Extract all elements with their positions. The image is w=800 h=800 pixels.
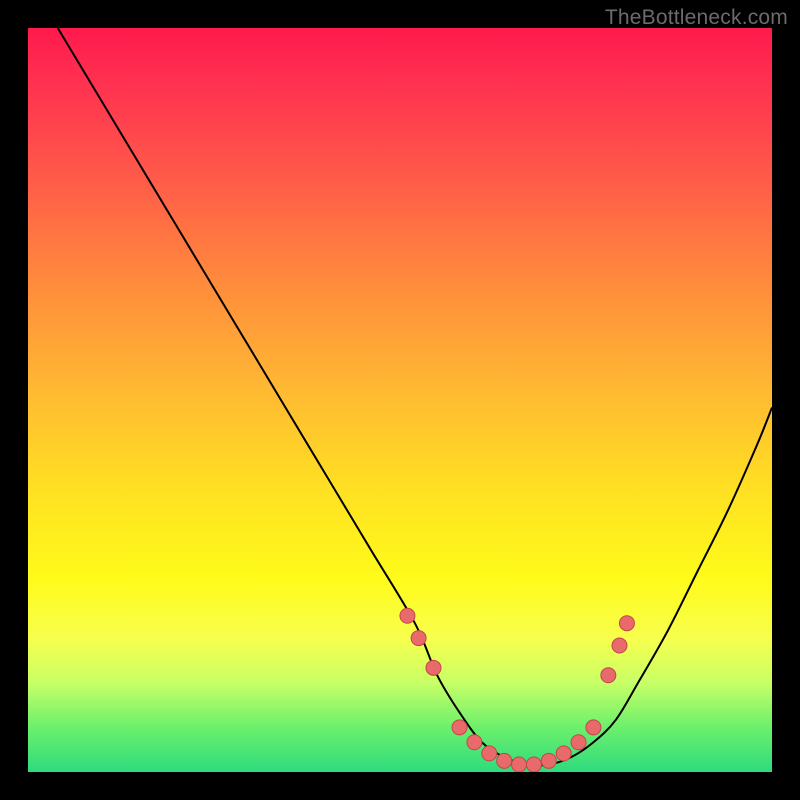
highlight-dot xyxy=(571,735,586,750)
highlight-dot xyxy=(556,746,571,761)
highlight-dot xyxy=(452,720,467,735)
highlight-dot xyxy=(586,720,601,735)
highlight-dot xyxy=(497,753,512,768)
highlight-dot xyxy=(411,631,426,646)
highlight-dots-group xyxy=(400,608,634,772)
bottleneck-curve xyxy=(58,28,772,765)
highlight-dot xyxy=(512,757,527,772)
highlight-dot xyxy=(619,616,634,631)
highlight-dot xyxy=(612,638,627,653)
highlight-dot xyxy=(467,735,482,750)
highlight-dot xyxy=(426,660,441,675)
chart-svg xyxy=(28,28,772,772)
highlight-dot xyxy=(526,757,541,772)
highlight-dot xyxy=(482,746,497,761)
highlight-dot xyxy=(541,753,556,768)
watermark-text: TheBottleneck.com xyxy=(605,6,788,30)
highlight-dot xyxy=(400,608,415,623)
highlight-dot xyxy=(601,668,616,683)
chart-plot-area xyxy=(28,28,772,772)
